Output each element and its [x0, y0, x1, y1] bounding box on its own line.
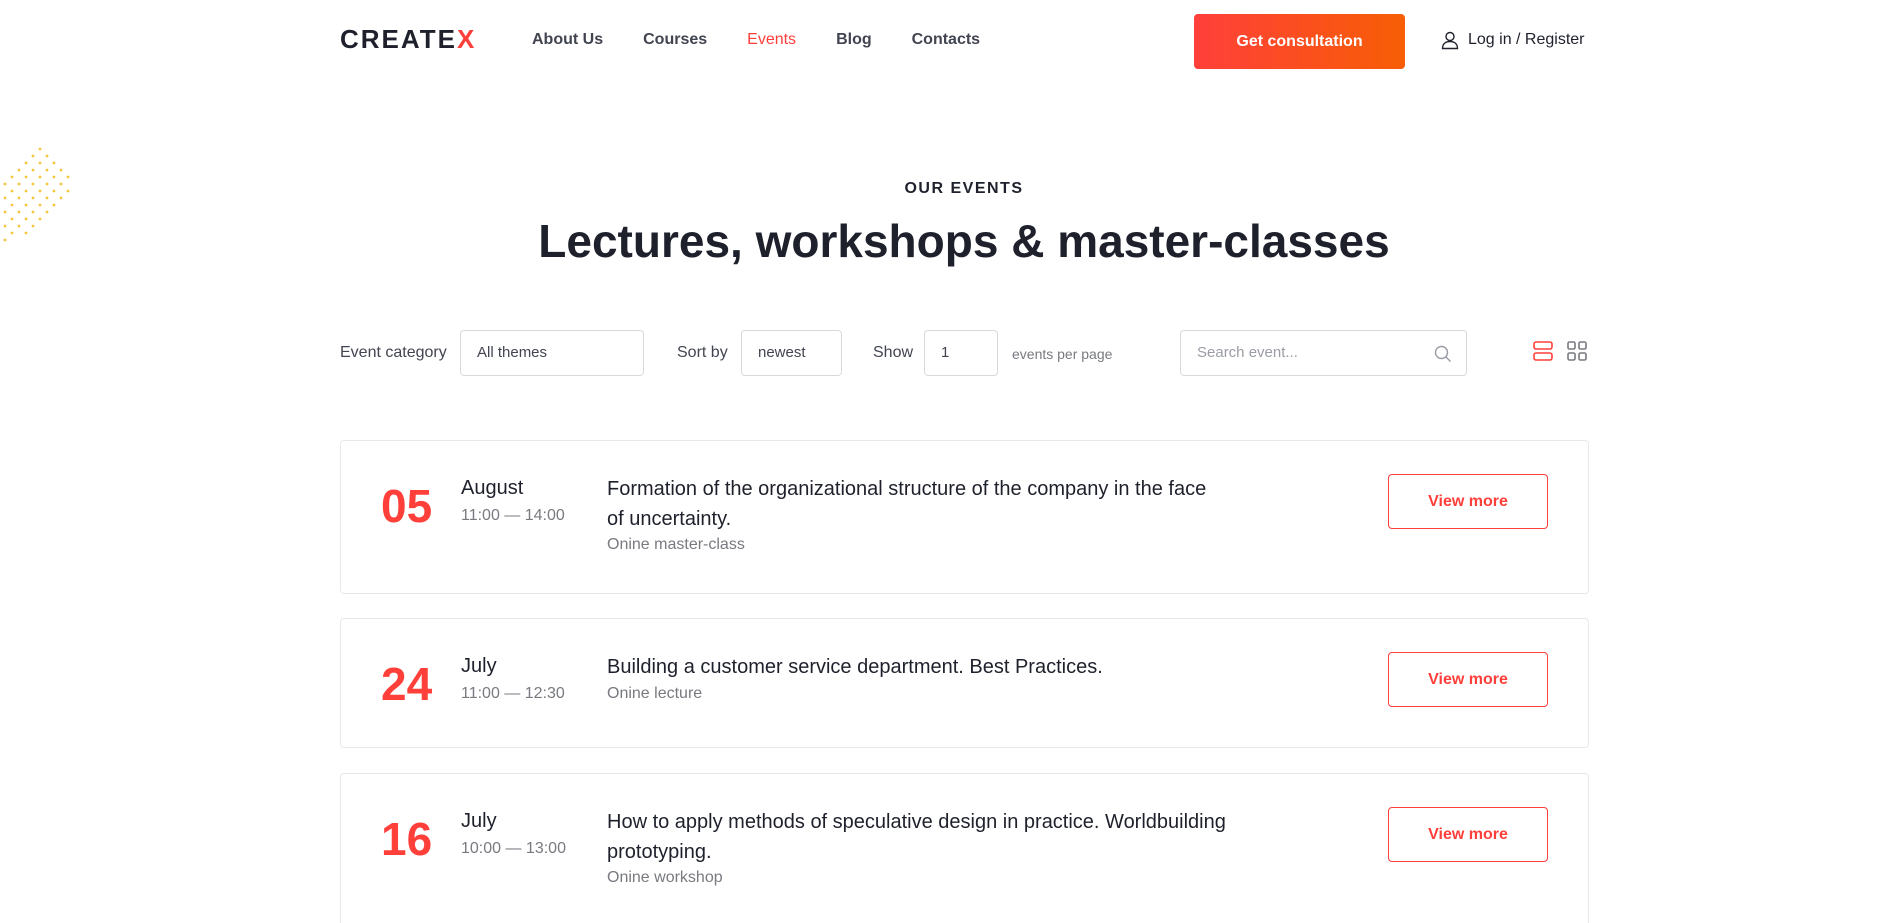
event-month: August — [461, 477, 524, 499]
event-card: 16 July 10:00 — 13:00 How to apply metho… — [340, 773, 1589, 923]
nav-item-events[interactable]: Events — [747, 31, 796, 49]
event-day: 05 — [381, 480, 433, 532]
event-title-line-2: of uncertainty. — [607, 508, 732, 530]
logo[interactable]: CREATEX — [340, 24, 476, 55]
per-page-input[interactable]: 1 — [924, 330, 998, 376]
search-icon[interactable] — [1434, 345, 1452, 363]
event-month: July — [461, 655, 497, 677]
event-type: Onine master-class — [607, 536, 745, 553]
event-type: Onine workshop — [607, 869, 723, 886]
grid-view-icon[interactable] — [1566, 340, 1588, 362]
event-card: 05 August 11:00 — 14:00 Formation of the… — [340, 440, 1589, 594]
event-time: 10:00 — 13:00 — [461, 840, 566, 857]
event-card: 24 July 11:00 — 12:30 Building a custome… — [340, 618, 1589, 748]
get-consultation-button[interactable]: Get consultation — [1194, 14, 1405, 69]
per-page-label: events per page — [1012, 346, 1113, 362]
site-header: CREATEX About Us Courses Events Blog Con… — [0, 0, 1898, 82]
page-title: Lectures, workshops & master-classes — [538, 215, 1390, 267]
event-time: 11:00 — 14:00 — [461, 507, 565, 524]
event-time: 11:00 — 12:30 — [461, 685, 565, 702]
event-filters: Event category All themes Sort by newest… — [340, 330, 1588, 376]
nav-item-blog[interactable]: Blog — [836, 31, 872, 49]
sort-label: Sort by — [677, 344, 728, 361]
view-more-button[interactable]: View more — [1388, 807, 1548, 862]
event-type: Onine lecture — [607, 685, 703, 702]
nav-item-contacts[interactable]: Contacts — [912, 31, 980, 49]
section-eyebrow: OUR EVENTS — [904, 180, 1024, 197]
login-register-label: Log in / Register — [1468, 31, 1585, 48]
nav-item-courses[interactable]: Courses — [643, 31, 707, 49]
event-title[interactable]: Building a customer service department. … — [607, 652, 1247, 682]
event-day: 24 — [381, 658, 433, 710]
event-title[interactable]: Formation of the organizational structur… — [607, 474, 1247, 534]
show-label: Show — [873, 344, 914, 361]
event-month: July — [461, 810, 497, 832]
logo-main-text: CREATE — [340, 24, 457, 54]
user-icon — [1441, 31, 1459, 50]
nav-item-about-us[interactable]: About Us — [532, 31, 603, 49]
event-title-line-1: How to apply methods of speculative desi… — [607, 811, 1226, 833]
event-title-line-2: prototyping. — [607, 841, 712, 863]
search-placeholder: Search event... — [1197, 344, 1298, 361]
list-view-icon[interactable] — [1532, 340, 1554, 362]
logo-accent-text: X — [456, 24, 477, 54]
category-select[interactable]: All themes — [460, 330, 644, 376]
view-more-button[interactable]: View more — [1388, 474, 1548, 529]
event-title-line-1: Building a customer service department. … — [607, 656, 1103, 678]
event-title[interactable]: How to apply methods of speculative desi… — [607, 807, 1247, 867]
search-input[interactable]: Search event... — [1180, 330, 1467, 376]
event-day: 16 — [381, 813, 433, 865]
event-title-line-1: Formation of the organizational structur… — [607, 478, 1207, 500]
view-more-button[interactable]: View more — [1388, 652, 1548, 707]
sort-select[interactable]: newest — [741, 330, 842, 376]
category-label: Event category — [340, 344, 447, 361]
login-register-link[interactable]: Log in / Register — [1440, 30, 1585, 50]
main-nav: About Us Courses Events Blog Contacts — [532, 31, 980, 49]
